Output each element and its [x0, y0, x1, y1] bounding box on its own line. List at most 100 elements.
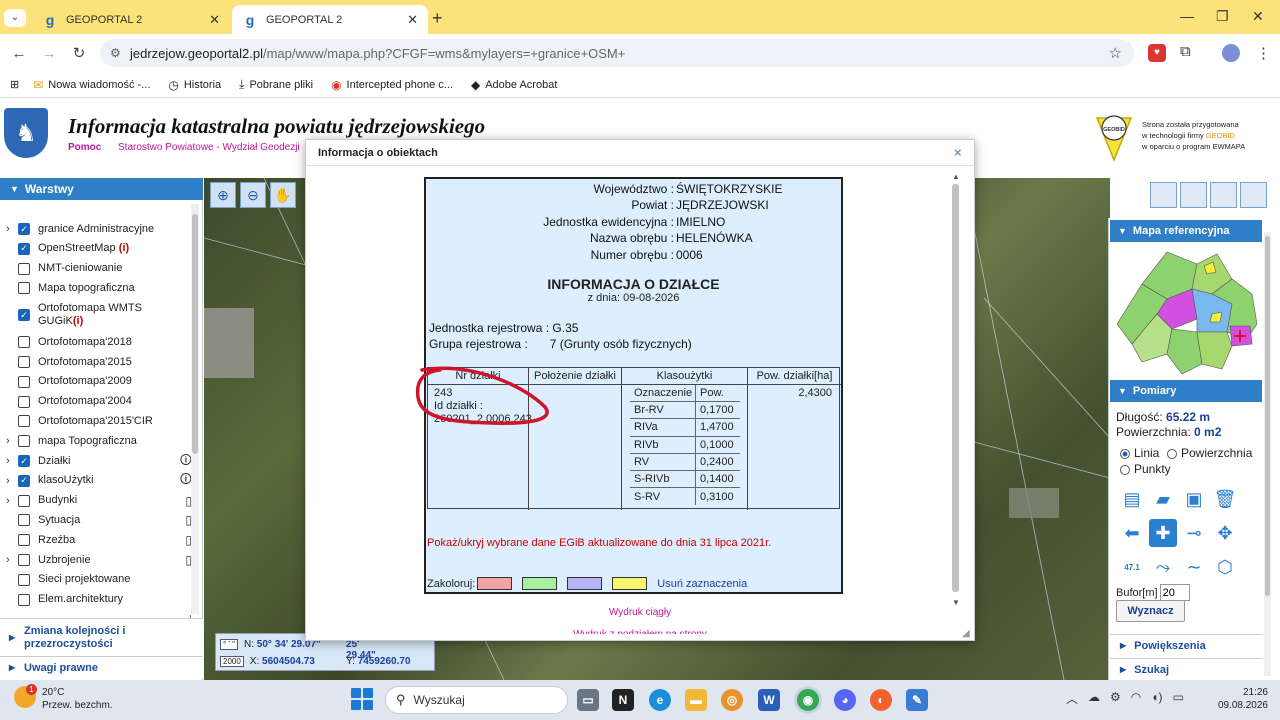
tab-search-icon[interactable]: ⌄ — [4, 9, 26, 27]
layer-checkbox[interactable] — [18, 494, 30, 507]
help-link[interactable]: Pomoc — [68, 142, 101, 153]
search-section-link[interactable]: ▶ Szukaj — [1110, 658, 1262, 680]
layer-row[interactable]: ✓ Ortofotomapa WMTS GUGiK(i) — [6, 298, 192, 332]
scroll-down-icon[interactable]: ▼ — [952, 598, 960, 607]
bookmark-downloads[interactable]: ⤓ Pobrane pliki — [239, 77, 313, 92]
close-tab-icon[interactable]: ✕ — [407, 12, 418, 28]
bookmark-history[interactable]: ◷ Historia — [168, 78, 221, 92]
layer-checkbox[interactable] — [18, 514, 30, 527]
taskbar-clock[interactable]: 21:26 09.08.2026 — [1212, 686, 1268, 712]
layer-row[interactable]: Ortofotomapa'2018 — [6, 332, 192, 352]
apps-grid-icon[interactable]: ⊞ — [10, 78, 19, 91]
layer-checkbox[interactable]: ✓ — [18, 309, 30, 322]
back-icon[interactable]: ← — [4, 45, 34, 62]
move-icon[interactable]: ✥ — [1211, 519, 1239, 547]
layer-info-icon[interactable]: (i) — [119, 242, 129, 254]
reference-map[interactable] — [1112, 244, 1262, 378]
app-icon[interactable]: ◎ — [721, 689, 743, 711]
layer-checkbox[interactable] — [18, 336, 30, 349]
view-export-icon[interactable] — [1210, 182, 1237, 208]
zoom-section-link[interactable]: ▶ Powiększenia — [1110, 634, 1262, 656]
layer-checkbox[interactable] — [18, 262, 30, 275]
layers-header[interactable]: ▼ Warstwy — [0, 178, 203, 200]
new-tab-icon[interactable]: + — [432, 8, 443, 29]
mode-area-option[interactable]: Powierzchnia — [1167, 446, 1252, 460]
layer-expand-icon[interactable]: › — [6, 435, 18, 447]
layer-checkbox[interactable] — [18, 375, 30, 388]
volume-icon[interactable]: ◖) — [1151, 690, 1162, 707]
zoom-in-icon[interactable]: ⊕ — [210, 182, 236, 208]
task-view-icon[interactable]: ▭ — [577, 689, 599, 711]
edge-icon[interactable]: e — [649, 689, 671, 711]
tray-overflow-icon[interactable]: ︿ — [1066, 690, 1078, 707]
menu-dots-icon[interactable]: ⋮ — [1256, 44, 1271, 62]
layer-expand-icon[interactable]: › — [6, 554, 18, 566]
profile-avatar[interactable] — [1222, 44, 1240, 62]
dialog-scrollbar[interactable]: ▲ ▼ — [950, 172, 962, 608]
word-icon[interactable]: W — [758, 689, 780, 711]
layer-checkbox[interactable]: ✓ — [18, 474, 30, 487]
layer-checkbox[interactable] — [18, 395, 30, 408]
paint-icon[interactable]: ✎ — [906, 689, 928, 711]
swatch-yellow[interactable] — [612, 577, 648, 590]
layer-expand-icon[interactable]: › — [6, 475, 18, 487]
layer-row[interactable]: Sieci projektowane — [6, 570, 192, 590]
bookmark-star-icon[interactable]: ☆ — [1109, 44, 1122, 62]
tray-cloud-icon[interactable]: ☁ — [1088, 690, 1100, 707]
layers-scrollbar[interactable] — [191, 204, 199, 614]
weather-widget[interactable]: 1 20°C Przew. bezchm. — [14, 684, 113, 712]
address-bar[interactable]: ⚙ jedrzejow.geoportal2.pl/map/www/mapa.p… — [100, 39, 1134, 67]
layer-row[interactable]: NMT-cieniowanie — [6, 259, 192, 279]
layer-checkbox[interactable]: ✓ — [18, 455, 30, 467]
radio-area[interactable] — [1167, 448, 1177, 459]
segment-icon[interactable]: ⊸ — [1180, 519, 1208, 547]
extension-icon[interactable]: ♥ — [1148, 44, 1166, 62]
print-continuous-link[interactable]: Wydruk ciągły — [306, 607, 974, 618]
radio-line[interactable] — [1120, 448, 1130, 459]
firefox-icon[interactable]: ◐ — [870, 689, 892, 711]
polyline-icon[interactable]: ⤳ — [1149, 553, 1177, 581]
scroll-up-icon[interactable]: ▲ — [952, 172, 960, 181]
layer-checkbox[interactable] — [18, 554, 30, 566]
bookmark-mail[interactable]: ✉ Nowa wiadomość -... — [33, 78, 150, 92]
notion-icon[interactable]: N — [612, 689, 634, 711]
layer-order-link[interactable]: ▶ Zmiana kolejności i przezroczystości — [0, 618, 203, 656]
bookmark-intercepted[interactable]: ◉ Intercepted phone c... — [331, 78, 453, 92]
layer-row[interactable]: Ortofotomapa'2015'CIR — [6, 411, 192, 431]
layer-checkbox[interactable]: ✓ — [18, 223, 30, 235]
battery-icon[interactable]: ▭ — [1173, 690, 1184, 707]
tab-geoportal-2[interactable]: g GEOPORTAL 2 ✕ — [232, 5, 428, 34]
tray-settings-icon[interactable]: ⚙ — [1110, 690, 1121, 707]
compute-button[interactable]: Wyznacz — [1116, 600, 1185, 622]
file-explorer-icon[interactable]: ▬ — [685, 689, 707, 711]
trash-icon[interactable]: 🗑 — [1211, 485, 1239, 513]
open-folder-icon[interactable]: ▰ — [1149, 485, 1177, 513]
windows-start-icon[interactable] — [351, 688, 373, 710]
clear-selection-link[interactable]: Usuń zaznaczenia — [657, 578, 747, 590]
forward-icon[interactable]: → — [34, 45, 64, 62]
close-window-icon[interactable]: ✕ — [1252, 8, 1264, 25]
layer-row[interactable]: › ✓ klasoUżytki 🛈 — [6, 471, 192, 491]
dialog-title[interactable]: Informacja o obiektach — [306, 140, 974, 166]
extensions-puzzle-icon[interactable]: ⧉ — [1180, 43, 1191, 60]
dialog-close-icon[interactable]: × — [954, 145, 962, 160]
view-full-icon[interactable] — [1150, 182, 1177, 208]
layer-row[interactable]: Elem.architektury — [6, 590, 192, 610]
layer-expand-icon[interactable]: › — [6, 455, 18, 467]
view-left-panel-icon[interactable] — [1180, 182, 1207, 208]
mode-line-option[interactable]: Linia — [1120, 446, 1159, 460]
layer-row[interactable]: Ortofotomapa'2015 — [6, 352, 192, 372]
layer-row[interactable]: › Uzbrojenie ▯ — [6, 550, 192, 570]
cube-icon[interactable]: ⬡ — [1211, 553, 1239, 581]
zoom-out-icon[interactable]: ⊖ — [240, 182, 266, 208]
tab-geoportal-1[interactable]: g GEOPORTAL 2 ✕ — [32, 5, 230, 34]
reload-icon[interactable]: ↻ — [64, 44, 94, 62]
layer-info-icon[interactable]: (i) — [73, 315, 83, 327]
restore-icon[interactable]: ❐ — [1216, 8, 1229, 25]
layer-row[interactable]: › ✓ granice Administracyjne — [6, 219, 192, 239]
wifi-icon[interactable]: ◠ — [1131, 690, 1141, 707]
legal-notes-link[interactable]: ▶ Uwagi prawne — [0, 656, 203, 678]
layer-checkbox[interactable] — [18, 534, 30, 547]
measure-header[interactable]: ▼ Pomiary — [1110, 380, 1262, 402]
buffer-input[interactable] — [1159, 584, 1190, 601]
